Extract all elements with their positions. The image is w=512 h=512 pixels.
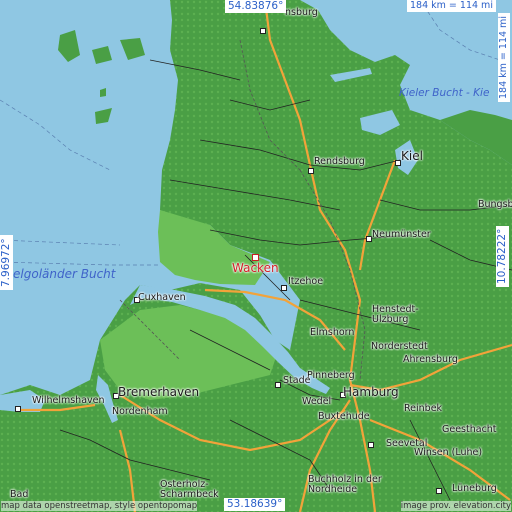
city-dot-lueneburg [436,488,442,494]
label-city-bad: Bad [10,489,29,500]
label-city-wacken[interactable]: Wacken [232,262,279,274]
wacken-marker[interactable] [252,254,259,261]
label-city-wedel: Wedel [302,396,332,407]
city-dot-stade [275,382,281,388]
label-city-pinneberg: Pinneberg [307,370,355,381]
coord-right: 10.78222° [496,225,509,287]
label-city-bremerhaven: Bremerhaven [118,385,200,399]
label-city-stade: Stade [283,375,311,386]
label-city-norderstedt: Norderstedt [371,341,428,352]
city-dot-flensburg [260,28,266,34]
label-helgolaender-bucht: Helgoländer Bucht [4,267,116,281]
label-city-buchholz: Buchholz in der Nordheide [308,474,382,495]
label-city-lueneburg: Lüneburg [452,483,497,494]
label-city-ahrensburg: Ahrensburg [403,354,458,365]
credit-map-data: map data openstreetmap, style opentopoma… [1,501,198,511]
label-city-elmshorn: Elmshorn [310,327,355,338]
scale-horizontal: 184 km = 114 mi [407,0,496,12]
label-city-kiel: Kiel [401,149,423,163]
credit-image-provider: image prov. elevation.city [400,501,511,511]
label-city-itzehoe: Itzehoe [288,276,324,287]
label-city-rendsburg: Rendsburg [314,156,365,167]
label-city-winsen: Winsen (Luhe) [414,447,483,458]
coord-bottom: 53.18639° [224,498,286,511]
map-canvas[interactable]: Kieler Bucht - Kie Helgoländer Bucht nsb… [0,0,512,512]
coord-left: 7.96972° [0,235,13,290]
label-city-henstedt-ulzburg: Henstedt- Ulzburg [372,304,419,325]
coord-top: 54.83876° [225,0,287,13]
label-city-wilhelmshaven: Wilhelmshaven [32,395,105,406]
label-city-geesthacht: Geesthacht [442,424,497,435]
label-city-cuxhaven: Cuxhaven [138,292,186,303]
city-dot-seevetal [368,442,374,448]
scale-vertical: 184 km = 114 mi [498,13,510,102]
label-kieler-bucht: Kieler Bucht - Kie [399,87,490,99]
city-dot-itzehoe [281,285,287,291]
label-city-bungsb: Bungsb [478,199,512,210]
city-dot-rendsburg [308,168,314,174]
city-dot-wilhelmshaven [15,406,21,412]
label-city-neumuenster: Neumünster [372,229,431,240]
label-city-flensburg: nsburg [285,7,318,18]
label-city-buxtehude: Buxtehude [318,411,370,422]
label-city-hamburg: Hamburg [343,385,399,399]
label-city-nordenham: Nordenham [112,406,168,417]
label-city-osterholz-scharmbeck: Osterholz- Scharmbeck [160,479,219,500]
label-city-reinbek: Reinbek [404,403,443,414]
